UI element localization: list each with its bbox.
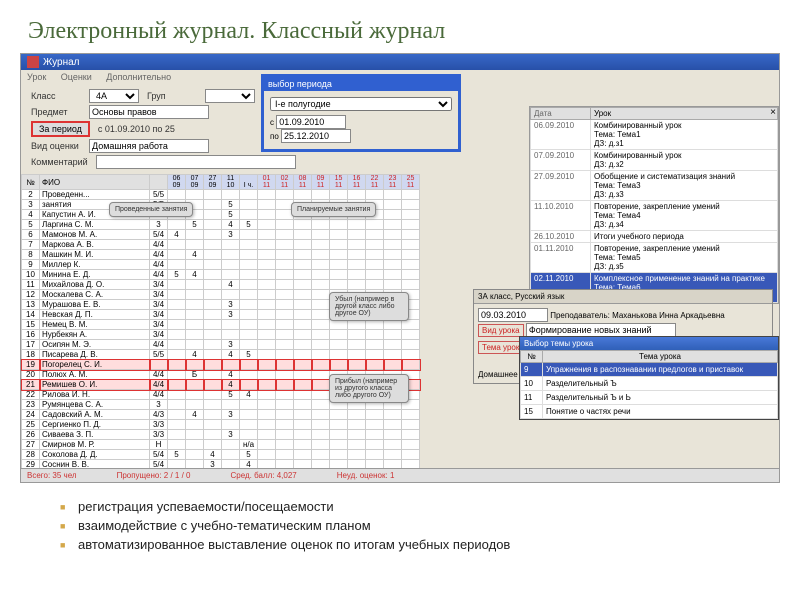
- slide-title: Электронный журнал. Классный журнал: [0, 0, 800, 53]
- grades-table[interactable]: №ФИО0609070927091110I ч.0111021108110911…: [21, 174, 420, 483]
- group-label: Груп: [147, 91, 197, 101]
- period-text: с 01.09.2010 по 25: [98, 124, 175, 134]
- table-row[interactable]: 8Машкин М. И.4/44: [22, 250, 420, 260]
- bullet: регистрация успеваемости/посещаемости: [60, 497, 740, 516]
- table-row[interactable]: 27Смирнов М. Р.Нн/а: [22, 440, 420, 450]
- lessons-panel: × ДатаУрок 06.09.2010Комбинированный уро…: [529, 106, 779, 304]
- lesson-row[interactable]: 07.09.2010Комбинированный урок ДЗ: д.з2: [531, 150, 778, 171]
- table-row[interactable]: 7Маркова А. В.4/4: [22, 240, 420, 250]
- bullet-list: регистрация успеваемости/посещаемости вз…: [0, 483, 800, 568]
- class-select[interactable]: 4А: [89, 89, 139, 103]
- app-window: Журнал Урок Оценки Дополнительно Класс 4…: [20, 53, 780, 483]
- titlebar: Журнал: [21, 54, 779, 70]
- date-header: Дата: [531, 108, 591, 120]
- status-avg: Сред. балл: 4,027: [230, 471, 296, 480]
- table-row[interactable]: 11Михайлова Д. О.3/44: [22, 280, 420, 290]
- status-bar: Всего: 35 чел Пропущено: 2 / 1 / 0 Сред.…: [21, 468, 779, 482]
- gradetype-input[interactable]: [89, 139, 209, 153]
- group-select[interactable]: [205, 89, 255, 103]
- from-date[interactable]: [276, 115, 346, 129]
- bullet: автоматизированное выставление оценок по…: [60, 535, 740, 554]
- period-button[interactable]: За период: [31, 121, 90, 137]
- lesson-header: Урок: [591, 108, 778, 120]
- gradetype-label: Вид оценки: [31, 141, 81, 151]
- teacher-label: Преподаватель:: [550, 311, 610, 320]
- comment-input[interactable]: [96, 155, 296, 169]
- table-row[interactable]: 2Проведенн...5/5: [22, 190, 420, 200]
- table-row[interactable]: 28Соколова Д. Д.5/4545: [22, 450, 420, 460]
- table-row[interactable]: 15Немец В. М.3/4: [22, 320, 420, 330]
- table-row[interactable]: 16Нурбекян А.3/4: [22, 330, 420, 340]
- table-row[interactable]: 18Писарева Д. В.5/5445: [22, 350, 420, 360]
- menu-item[interactable]: Урок: [27, 72, 46, 82]
- callout-planned: Планируемые занятия: [291, 202, 376, 217]
- period-select[interactable]: I-е полугодие: [270, 97, 452, 111]
- table-row[interactable]: 24Садовский А. М.4/343: [22, 410, 420, 420]
- window-title: Журнал: [43, 57, 80, 68]
- menu-item[interactable]: Дополнительно: [106, 72, 171, 82]
- topic-row[interactable]: 15Понятие о частях речи: [521, 405, 778, 419]
- period-dialog: выбор периода I-е полугодие с по: [261, 74, 461, 152]
- lessontype-label: Вид урока: [478, 324, 524, 337]
- class-label: Класс: [31, 91, 81, 101]
- status-total: Всего: 35 чел: [27, 471, 77, 480]
- table-row[interactable]: 9Миллер К.4/4: [22, 260, 420, 270]
- topic-hdr: Тема урока: [543, 351, 778, 363]
- lesson-row[interactable]: 11.10.2010Повторение, закрепление умений…: [531, 201, 778, 231]
- comment-label: Комментарий: [31, 157, 88, 167]
- table-row[interactable]: 17Осипян М. Э.4/43: [22, 340, 420, 350]
- lesson-date[interactable]: [478, 308, 548, 322]
- lesson-row[interactable]: 26.10.2010Итоги учебного периода: [531, 231, 778, 243]
- to-label: по: [270, 132, 279, 141]
- subject-label: Предмет: [31, 107, 81, 117]
- subject-input[interactable]: [89, 105, 209, 119]
- period-dialog-title: выбор периода: [264, 77, 458, 91]
- table-row[interactable]: 5Ларгина С. М.3545: [22, 220, 420, 230]
- topic-row[interactable]: 10Разделительный Ъ: [521, 377, 778, 391]
- topic-row[interactable]: 9Упражнения в распознавании предлогов и …: [521, 363, 778, 377]
- to-date[interactable]: [281, 129, 351, 143]
- table-row[interactable]: 6Мамонов М. А.5/443: [22, 230, 420, 240]
- callout-done: Проведенные занятия: [109, 202, 193, 217]
- bullet: взаимодействие с учебно-тематическим пла…: [60, 516, 740, 535]
- status-missed: Пропущено: 2 / 1 / 0: [117, 471, 191, 480]
- lessontype-input[interactable]: [526, 323, 676, 337]
- table-row[interactable]: 19Погорелец С. И.: [22, 360, 420, 370]
- table-row[interactable]: 26Сиваева З. П.3/33: [22, 430, 420, 440]
- from-label: с: [270, 118, 274, 127]
- topic-dialog-title: Выбор темы урока: [520, 337, 778, 350]
- callout-left: Убыл (например в другой класс либо друго…: [329, 292, 409, 321]
- menu-item[interactable]: Оценки: [61, 72, 92, 82]
- lesson-edit-header: 3А класс, Русский язык: [474, 290, 772, 304]
- table-row[interactable]: 25Сергиенко П. Д.3/3: [22, 420, 420, 430]
- lesson-row[interactable]: 06.09.2010Комбинированный урок Тема: Тем…: [531, 120, 778, 150]
- close-icon[interactable]: ×: [770, 107, 776, 118]
- topic-dialog: Выбор темы урока №Тема урока 9Упражнения…: [519, 336, 779, 420]
- teacher-name: Маханькова Инна Аркадьевна: [612, 311, 725, 320]
- lesson-row[interactable]: 27.09.2010Обобщение и систематизация зна…: [531, 171, 778, 201]
- callout-arrived: Прибыл (например из другого класса либо …: [329, 374, 409, 403]
- table-row[interactable]: 10Минина Е. Д.4/454: [22, 270, 420, 280]
- lesson-row[interactable]: 01.11.2010Повторение, закрепление умений…: [531, 243, 778, 273]
- topic-row[interactable]: 11Разделительный Ъ и Ь: [521, 391, 778, 405]
- topic-num-hdr: №: [521, 351, 543, 363]
- app-icon: [27, 56, 39, 68]
- status-bad: Неуд. оценок: 1: [337, 471, 395, 480]
